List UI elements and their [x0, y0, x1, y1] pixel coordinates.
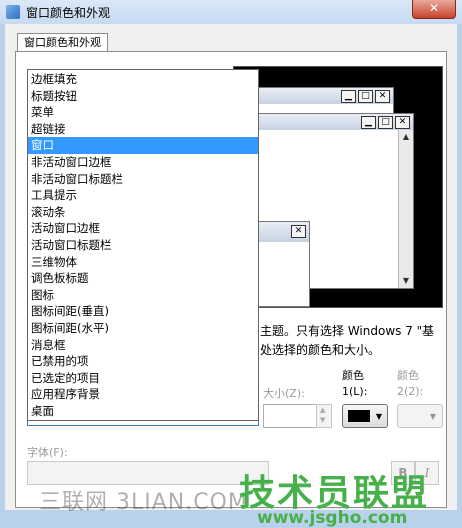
- dropdown-option[interactable]: 活动窗口边框: [28, 220, 258, 237]
- window-icon: [6, 5, 20, 19]
- description-line-2: 处选择的颜色和大小。: [260, 343, 381, 357]
- title-bar: 窗口颜色和外观 ✕: [0, 0, 462, 24]
- size-label: 大小(Z):: [263, 387, 305, 400]
- dropdown-option[interactable]: 超链接: [28, 121, 258, 138]
- item-dropdown-list[interactable]: 边框填充 标题按钮 菜单 超链接 窗口 非活动窗口边框 非活动窗口标题栏 工具提示 滚动条 活动窗…: [27, 69, 259, 421]
- color1-label-line2: 1(L):: [342, 385, 368, 398]
- size-input[interactable]: [263, 404, 317, 428]
- preview-area: ▁ □ ✕ ▁ □ ✕ ▲ ▼ ✕: [233, 66, 443, 308]
- size-stepper[interactable]: ▲ ▼: [316, 404, 332, 428]
- dialog-client: 窗口颜色和外观 ▁ □ ✕ ▁ □ ✕ ▲ ▼ ✕ 主题。只有选择 Window…: [5, 24, 457, 528]
- maximize-icon: □: [358, 90, 373, 103]
- close-button[interactable]: ✕: [412, 0, 456, 19]
- dropdown-option[interactable]: 已禁用的项: [28, 353, 258, 370]
- dropdown-option[interactable]: 非活动窗口标题栏: [28, 171, 258, 188]
- dropdown-option[interactable]: 桌面: [28, 403, 258, 420]
- dropdown-option[interactable]: 图标间距(水平): [28, 320, 258, 337]
- minimize-icon: ▁: [341, 90, 356, 103]
- tab-window-color-appearance[interactable]: 窗口颜色和外观: [17, 33, 108, 52]
- close-icon: ✕: [395, 116, 410, 129]
- color2-picker[interactable]: ▼: [397, 404, 443, 428]
- preview-active-titlebar: ▁ □ ✕: [235, 114, 413, 130]
- window-title: 窗口颜色和外观: [26, 6, 111, 20]
- dropdown-option[interactable]: 滚动条: [28, 204, 258, 221]
- minimize-icon: ▁: [361, 116, 376, 129]
- dropdown-option[interactable]: 图标间距(垂直): [28, 303, 258, 320]
- chevron-down-icon: ▼: [375, 412, 382, 421]
- watermark-url: www.jsgho.com: [257, 508, 408, 528]
- spin-up-icon: ▲: [320, 406, 326, 414]
- close-icon: ✕: [375, 90, 390, 103]
- dropdown-option[interactable]: 工具提示: [28, 187, 258, 204]
- dropdown-option[interactable]: 图标: [28, 287, 258, 304]
- description-line-1: 主题。只有选择 Windows 7 "基: [260, 324, 435, 338]
- dropdown-option[interactable]: 消息框: [28, 337, 258, 354]
- scroll-down-icon: ▼: [402, 276, 410, 285]
- color2-label-line1: 颜色: [397, 369, 419, 382]
- dropdown-option[interactable]: 调色板标题: [28, 270, 258, 287]
- font-label: 字体(F):: [27, 446, 68, 459]
- scroll-up-icon: ▲: [402, 132, 410, 141]
- dropdown-option[interactable]: 标题按钮: [28, 88, 258, 105]
- dropdown-option[interactable]: 活动窗口标题栏: [28, 237, 258, 254]
- watermark-3lian: 三联网 3LIAN.COM: [39, 490, 248, 515]
- dropdown-option[interactable]: 已选定的项目: [28, 370, 258, 387]
- color2-label-line2: 2(2):: [397, 385, 424, 398]
- dropdown-option[interactable]: 非活动窗口边框: [28, 154, 258, 171]
- color1-picker[interactable]: ▼: [342, 404, 388, 428]
- maximize-icon: □: [378, 116, 393, 129]
- dropdown-option[interactable]: 窗口: [28, 137, 258, 155]
- dropdown-option[interactable]: 应用程序背景: [28, 386, 258, 403]
- spin-down-icon: ▼: [320, 416, 326, 424]
- chevron-down-icon: ▼: [429, 412, 436, 421]
- dropdown-option[interactable]: 边框填充: [28, 71, 258, 88]
- dropdown-option[interactable]: 三维物体: [28, 254, 258, 271]
- dropdown-option[interactable]: 菜单: [28, 104, 258, 121]
- font-select[interactable]: [27, 461, 269, 485]
- close-icon: ✕: [291, 225, 306, 238]
- preview-scrollbar: ▲ ▼: [398, 130, 413, 288]
- color1-label-line1: 颜色: [342, 369, 364, 382]
- color1-swatch: [348, 410, 370, 422]
